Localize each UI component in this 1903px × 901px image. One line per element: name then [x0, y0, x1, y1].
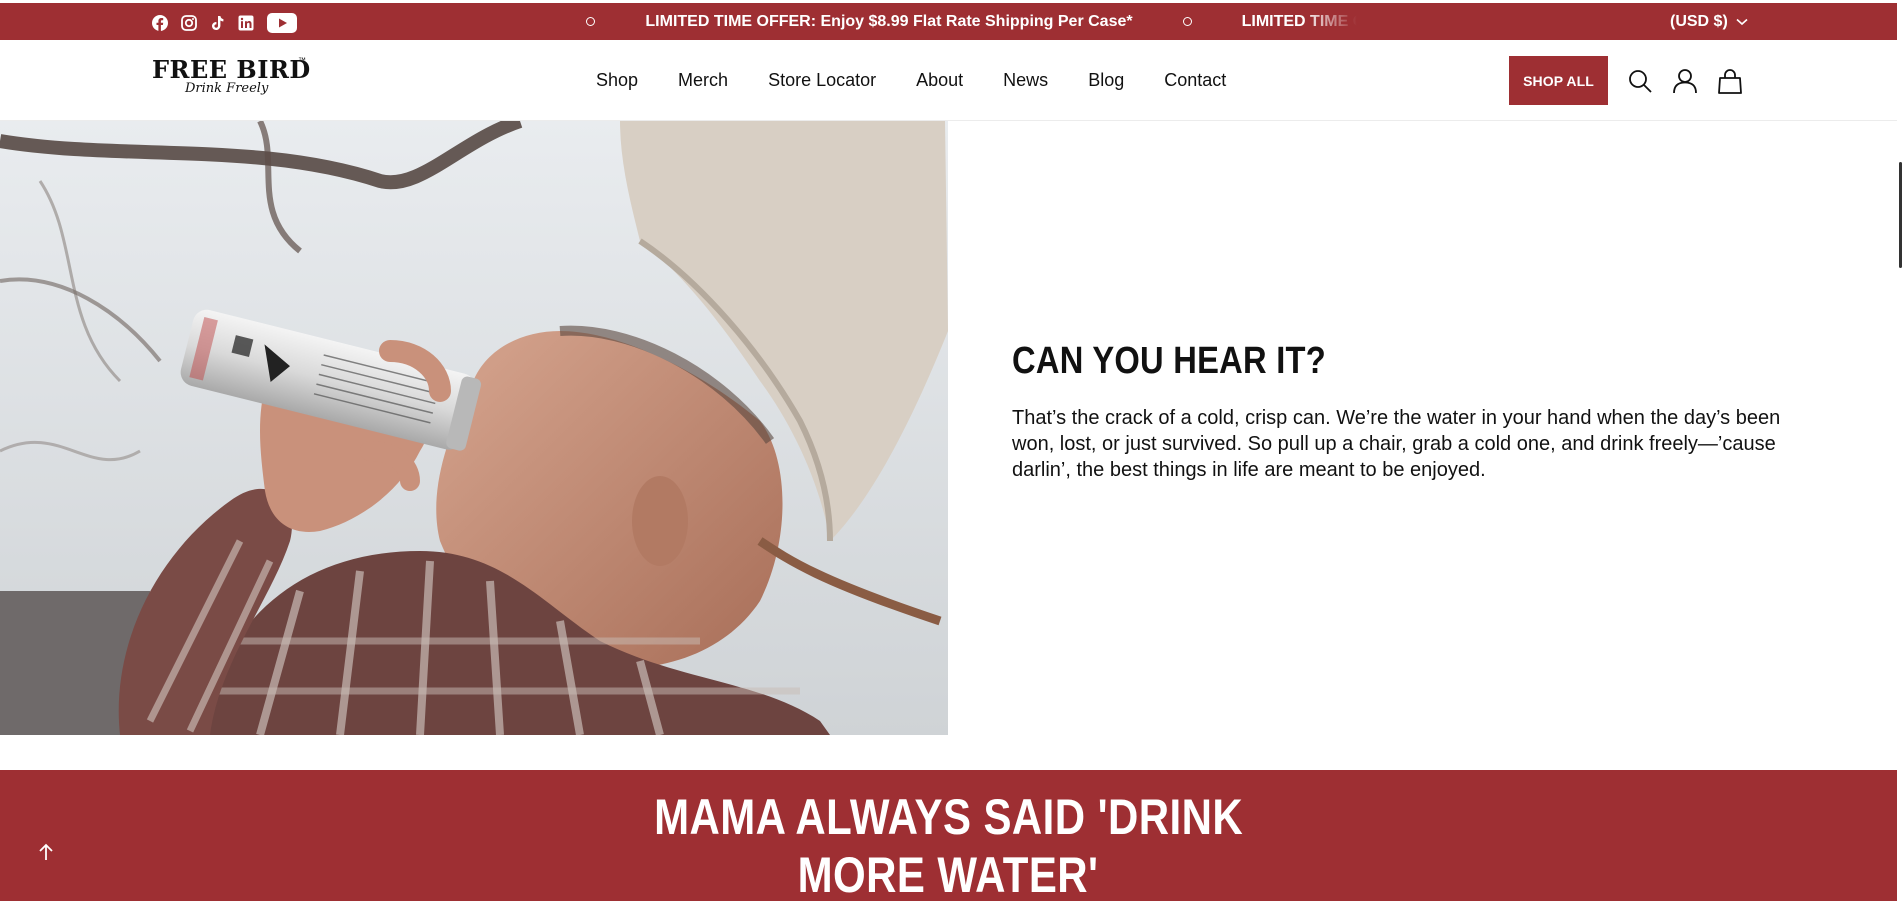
separator-circle-icon	[586, 17, 596, 26]
free-bird-logo[interactable]: FREE BIRD ™ Drink Freely	[152, 55, 312, 101]
social-links	[152, 13, 297, 33]
cart-bag-icon[interactable]	[1716, 67, 1744, 95]
nav-blog[interactable]: Blog	[1088, 70, 1124, 91]
separator-circle-icon	[1182, 17, 1192, 26]
nav-shop[interactable]: Shop	[596, 70, 638, 91]
announcement-bar: LIMITED TIME OFFER: Enjoy $8.99 Flat Rat…	[0, 3, 1897, 40]
nav-news[interactable]: News	[1003, 70, 1048, 91]
currency-selector[interactable]: (USD $)	[1670, 3, 1748, 40]
scrollbar-track[interactable]	[1897, 0, 1903, 901]
nav-contact[interactable]: Contact	[1164, 70, 1226, 91]
hero-copy: CAN YOU HEAR IT? That’s the crack of a c…	[1012, 340, 1832, 483]
chevron-down-icon	[1736, 18, 1748, 25]
nav-about[interactable]: About	[916, 70, 963, 91]
hero-heading: CAN YOU HEAR IT?	[1012, 340, 1327, 382]
account-icon[interactable]	[1671, 67, 1699, 95]
scrollbar-thumb[interactable]	[1899, 162, 1902, 268]
announcement-marquee: LIMITED TIME OFFER: Enjoy $8.99 Flat Rat…	[543, 3, 1357, 40]
announcement-text: LIMITED TIME OFFER: Enjoy $8.99 Flat Rat…	[1241, 12, 1357, 30]
search-icon[interactable]	[1626, 67, 1654, 95]
promo-band: MAMA ALWAYS SAID 'DRINK MORE WATER'	[0, 770, 1897, 901]
main-nav: Shop Merch Store Locator About News Blog…	[596, 40, 1266, 120]
facebook-icon[interactable]	[152, 15, 168, 31]
man-drinking-can-photo	[0, 121, 948, 735]
logo-trademark: ™	[298, 56, 306, 65]
nav-store-locator[interactable]: Store Locator	[768, 70, 876, 91]
instagram-icon[interactable]	[181, 15, 197, 31]
hero-paragraph: That’s the crack of a cold, crisp can. W…	[1012, 407, 1781, 481]
nav-merch[interactable]: Merch	[678, 70, 728, 91]
linkedin-icon[interactable]	[238, 15, 254, 31]
band-heading-line-1: MAMA ALWAYS SAID 'DRINK	[653, 789, 1243, 845]
youtube-icon[interactable]	[267, 13, 297, 33]
shop-all-button[interactable]: SHOP ALL	[1509, 56, 1608, 105]
tiktok-icon[interactable]	[210, 15, 225, 31]
band-heading-line-2: MORE WATER'	[798, 847, 1099, 901]
band-heading: MAMA ALWAYS SAID 'DRINK MORE WATER'	[0, 788, 1897, 901]
logo-tagline: Drink Freely	[185, 81, 269, 96]
announcement-text: LIMITED TIME OFFER: Enjoy $8.99 Flat Rat…	[645, 12, 1133, 30]
currency-label: (USD $)	[1670, 12, 1728, 30]
back-to-top-arrow-icon[interactable]	[34, 840, 58, 864]
site-header: FREE BIRD ™ Drink Freely Shop Merch Stor…	[0, 40, 1897, 121]
logo-wordmark: FREE BIRD	[152, 55, 311, 84]
